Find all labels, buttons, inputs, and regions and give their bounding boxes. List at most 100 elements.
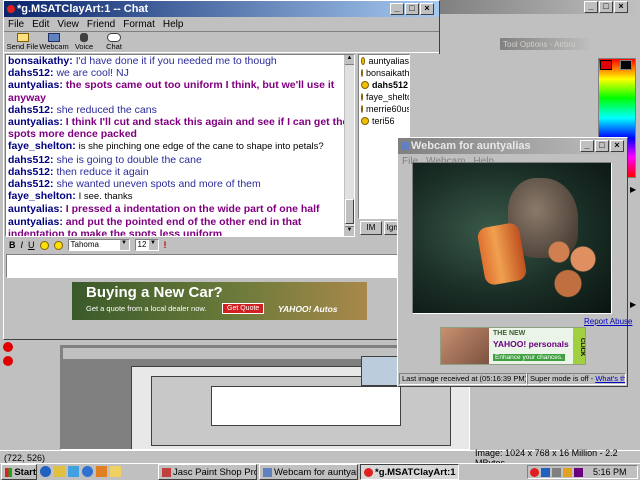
chat-message: faye_shelton: is she pinching one edge o…	[8, 140, 352, 153]
voice-button[interactable]: Voice	[69, 32, 99, 52]
menu-view[interactable]: View	[53, 19, 83, 30]
message-sender: dahs512:	[8, 67, 54, 80]
menu-help[interactable]: Help	[159, 19, 188, 30]
im-button[interactable]: IM	[360, 221, 382, 235]
quicklaunch-explorer-icon[interactable]	[110, 466, 121, 477]
whats-this-link[interactable]: What's this?	[595, 374, 625, 383]
smiley-picker-icon[interactable]	[53, 240, 63, 250]
participant-name: auntyalias	[368, 56, 409, 66]
ad-couple-photo	[441, 328, 489, 364]
psp-maximize-button[interactable]: □	[599, 1, 613, 13]
smiley-icon	[361, 81, 369, 89]
underline-button[interactable]: U	[28, 240, 35, 250]
italic-button[interactable]: I	[21, 240, 24, 250]
cursor-coords: (722, 526)	[4, 452, 46, 463]
chat-bubble-icon	[107, 33, 121, 42]
task-chat[interactable]: *g.MSATClayArt:1 -- ...	[360, 464, 459, 480]
message-text: she wanted uneven spots and more of them	[56, 178, 261, 191]
participant-item[interactable]: teri56	[359, 115, 409, 127]
chat-button[interactable]: Chat	[99, 32, 129, 52]
participant-item[interactable]: merrie60us	[359, 103, 409, 115]
font-name-select[interactable]: Tahoma ▼	[67, 239, 130, 251]
right-arrow-icon[interactable]: ▶	[630, 185, 636, 194]
chat-maximize-button[interactable]: □	[405, 3, 419, 15]
webcam-minimize-button[interactable]: _	[580, 140, 594, 152]
foreground-swatch[interactable]	[600, 60, 612, 70]
font-size-select[interactable]: 12 ▼	[134, 239, 159, 251]
chat-minimize-button[interactable]: _	[390, 3, 404, 15]
webcam-button[interactable]: Webcam	[39, 32, 69, 52]
participant-item[interactable]: faye_shelton	[359, 91, 409, 103]
personals-ad-banner[interactable]: THE NEW YAHOO! personals Enhance your ch…	[440, 327, 586, 365]
tray-volume-icon[interactable]	[552, 467, 561, 477]
chat-titlebar[interactable]: *g.MSATClayArt:1 -- Chat	[4, 1, 439, 17]
chat-app-icon	[7, 5, 15, 13]
quicklaunch-outlook-icon[interactable]	[54, 466, 65, 477]
right-arrow-icon-2[interactable]: ▶	[630, 300, 636, 309]
quicklaunch-media-icon[interactable]	[96, 466, 107, 477]
scroll-down-arrow-icon[interactable]: ▼	[345, 226, 354, 236]
tool-options-titlebar[interactable]: Tool Options - Airbru	[500, 38, 592, 50]
car-ad-banner[interactable]: Buying a New Car? Get a quote from a loc…	[72, 282, 367, 320]
menu-file[interactable]: File	[4, 19, 28, 30]
quicklaunch-desktop-icon[interactable]	[68, 466, 79, 477]
tray-yahoo-icon[interactable]	[574, 467, 583, 477]
chat-message: auntyalias: I pressed a indentation on t…	[8, 203, 352, 215]
psp-close-button[interactable]: ×	[614, 1, 628, 13]
report-abuse-link[interactable]: Report Abuse	[584, 317, 632, 326]
start-button[interactable]: Start	[1, 464, 37, 480]
webcam-video-feed	[412, 162, 612, 314]
background-swatch[interactable]	[620, 60, 632, 70]
get-quote-button[interactable]: Get Quote	[222, 303, 265, 314]
transcript-scrollbar[interactable]: ▲ ▼	[344, 55, 354, 236]
message-sender: auntyalias:	[8, 116, 63, 129]
tray-network-icon[interactable]	[541, 467, 550, 477]
message-sender: faye_shelton:	[8, 190, 76, 203]
ad-subtext: Get a quote from a local dealer now.	[86, 304, 207, 313]
participant-item[interactable]: bonsaikathy	[359, 67, 409, 79]
nested-window-c	[211, 386, 401, 426]
menu-friend[interactable]: Friend	[83, 19, 119, 30]
task-paintshop[interactable]: Jasc Paint Shop Pro - Ima...	[158, 464, 257, 480]
message-text: she reduced the cans	[56, 103, 157, 116]
tray-clock[interactable]: 5:16 PM	[593, 467, 627, 477]
webcam-title: Webcam for auntyalias	[411, 140, 531, 152]
webcam-close-button[interactable]: ×	[610, 140, 624, 152]
emoticon-icon[interactable]	[39, 240, 49, 250]
participant-name: faye_shelton	[366, 92, 409, 102]
psp-window-controls: _ □ ×	[584, 1, 628, 13]
scroll-up-arrow-icon[interactable]: ▲	[345, 55, 354, 65]
alert-icon[interactable]: !	[164, 240, 167, 250]
webcam-maximize-button[interactable]: □	[595, 140, 609, 152]
tray-messenger-icon[interactable]	[530, 467, 539, 477]
message-text: she is going to double the cane	[56, 153, 202, 166]
chat-transcript[interactable]: bonsaikathy: I'd have done it if you nee…	[5, 54, 355, 237]
picture-tube-icon[interactable]	[3, 356, 13, 366]
smiley-icon	[361, 57, 366, 65]
super-mode-status: Super mode is off - What's this?	[527, 372, 626, 385]
task-webcam[interactable]: Webcam for auntyalias	[259, 464, 358, 480]
eraser-tool-icon[interactable]	[3, 342, 13, 352]
ad-headline: Buying a New Car?	[86, 284, 223, 301]
smiley-icon	[361, 93, 363, 101]
message-sender: auntyalias:	[8, 215, 63, 228]
message-sender: dahs512:	[8, 165, 54, 178]
participant-item[interactable]: dahs512	[359, 79, 409, 91]
quicklaunch-ie-icon[interactable]	[40, 466, 51, 477]
participant-items: auntyalias bonsaikathy dahs512 faye_shelton…	[359, 55, 409, 127]
psp-minimize-button[interactable]: _	[584, 1, 598, 13]
menu-format[interactable]: Format	[119, 19, 159, 30]
voice-icon	[80, 33, 88, 42]
bold-button[interactable]: B	[6, 240, 16, 250]
quicklaunch-ie2-icon[interactable]	[82, 466, 93, 477]
menu-edit[interactable]: Edit	[28, 19, 53, 30]
participant-name: teri56	[372, 116, 395, 126]
chat-close-button[interactable]: ×	[420, 3, 434, 15]
send-file-button[interactable]: Send File	[6, 32, 39, 52]
participant-item[interactable]: auntyalias	[359, 55, 409, 67]
message-input[interactable]	[6, 254, 438, 278]
webcam-task-icon	[263, 467, 272, 477]
font-name-value: Tahoma	[70, 240, 99, 249]
scroll-thumb[interactable]	[345, 199, 354, 224]
tray-antivirus-icon[interactable]	[563, 467, 572, 477]
